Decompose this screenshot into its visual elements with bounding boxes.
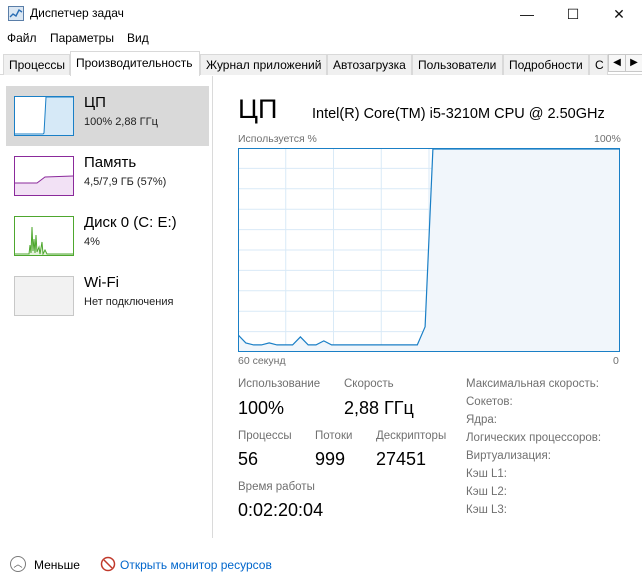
logical-processors-label: Логических процессоров:: [466, 432, 602, 444]
tab-scroll-right-button[interactable]: ▶: [625, 54, 642, 72]
usage-value: 100%: [238, 398, 285, 418]
tab-performance[interactable]: Производительность: [70, 51, 200, 76]
threads-value: 999: [315, 449, 346, 469]
cpu-usage-graph: [238, 148, 620, 352]
graph-max-label: 100%: [594, 133, 621, 145]
menu-file[interactable]: Файл: [7, 31, 37, 45]
virtualization-label: Виртуализация:: [466, 450, 551, 462]
disk-graph-icon: [14, 216, 74, 256]
handles-label: Дескрипторы: [376, 430, 447, 442]
sidebar-disk-subtitle: 4%: [84, 236, 100, 248]
max-speed-label: Максимальная скорость:: [466, 378, 599, 390]
tab-scroll-left-button[interactable]: ◀: [608, 54, 626, 72]
resource-sidebar: ЦП 100% 2,88 ГГц Память 4,5/7,9 ГБ (57%)…: [0, 76, 213, 538]
sidebar-cpu-title: ЦП: [84, 94, 106, 111]
sidebar-wifi-subtitle: Нет подключения: [84, 296, 174, 308]
processes-label: Процессы: [238, 430, 292, 442]
sidebar-wifi-title: Wi-Fi: [84, 274, 119, 291]
cores-label: Ядра:: [466, 414, 498, 426]
menu-view[interactable]: Вид: [127, 31, 149, 45]
usage-label: Использование: [238, 378, 321, 390]
open-resource-monitor-link[interactable]: Открыть монитор ресурсов: [120, 558, 272, 572]
sidebar-disk-title: Диск 0 (C: E:): [84, 214, 177, 231]
resource-monitor-icon[interactable]: [100, 556, 116, 572]
tab-processes[interactable]: Процессы: [3, 54, 70, 75]
close-button[interactable]: ✕: [596, 0, 642, 28]
speed-label: Скорость: [344, 378, 394, 390]
maximize-button[interactable]: ☐: [550, 0, 596, 28]
menu-bar: Файл Параметры Вид: [0, 29, 642, 49]
sidebar-item-wifi[interactable]: Wi-Fi Нет подключения: [6, 266, 209, 326]
tab-app-history[interactable]: Журнал приложений: [200, 54, 327, 75]
menu-options[interactable]: Параметры: [50, 31, 114, 45]
sidebar-cpu-subtitle: 100% 2,88 ГГц: [84, 116, 158, 128]
chevron-up-icon[interactable]: ︿: [10, 556, 26, 572]
minimize-button[interactable]: —: [504, 0, 550, 28]
speed-value: 2,88 ГГц: [344, 398, 414, 418]
uptime-label: Время работы: [238, 481, 315, 493]
graph-usage-label: Используется %: [238, 133, 317, 145]
l3-cache-label: Кэш L3:: [466, 504, 507, 516]
sidebar-item-cpu[interactable]: ЦП 100% 2,88 ГГц: [6, 86, 209, 146]
l1-cache-label: Кэш L1:: [466, 468, 507, 480]
threads-label: Потоки: [315, 430, 353, 442]
tab-bar: Процессы Производительность Журнал прило…: [0, 51, 642, 76]
cpu-heading: ЦП: [238, 94, 278, 124]
window-title: Диспетчер задач: [30, 6, 124, 20]
footer-bar: ︿ Меньше Открыть монитор ресурсов: [0, 548, 642, 588]
cpu-graph-icon: [14, 96, 74, 136]
l2-cache-label: Кэш L2:: [466, 486, 507, 498]
uptime-value: 0:02:20:04: [238, 500, 324, 520]
task-manager-app-icon: [8, 6, 24, 21]
sidebar-item-disk[interactable]: Диск 0 (C: E:) 4%: [6, 206, 209, 266]
tab-services[interactable]: С: [589, 54, 608, 75]
graph-time-span-label: 60 секунд: [238, 355, 286, 367]
wifi-graph-icon: [14, 276, 74, 316]
sidebar-item-memory[interactable]: Память 4,5/7,9 ГБ (57%): [6, 146, 209, 206]
sidebar-memory-subtitle: 4,5/7,9 ГБ (57%): [84, 176, 167, 188]
cpu-model-name: Intel(R) Core(TM) i5-3210M CPU @ 2.50GHz: [312, 106, 605, 122]
memory-graph-icon: [14, 156, 74, 196]
tab-details[interactable]: Подробности: [503, 54, 589, 75]
tab-startup[interactable]: Автозагрузка: [327, 54, 412, 75]
tab-users[interactable]: Пользователи: [412, 54, 503, 75]
graph-min-label: 0: [613, 355, 619, 367]
cpu-detail-panel: ЦП Intel(R) Core(TM) i5-3210M CPU @ 2.50…: [214, 76, 642, 538]
fewer-details-link[interactable]: Меньше: [34, 558, 80, 572]
sockets-label: Сокетов:: [466, 396, 513, 408]
sidebar-memory-title: Память: [84, 154, 137, 171]
handles-value: 27451: [376, 449, 427, 469]
processes-value: 56: [238, 449, 259, 469]
title-bar: Диспетчер задач — ☐ ✕: [0, 0, 642, 28]
